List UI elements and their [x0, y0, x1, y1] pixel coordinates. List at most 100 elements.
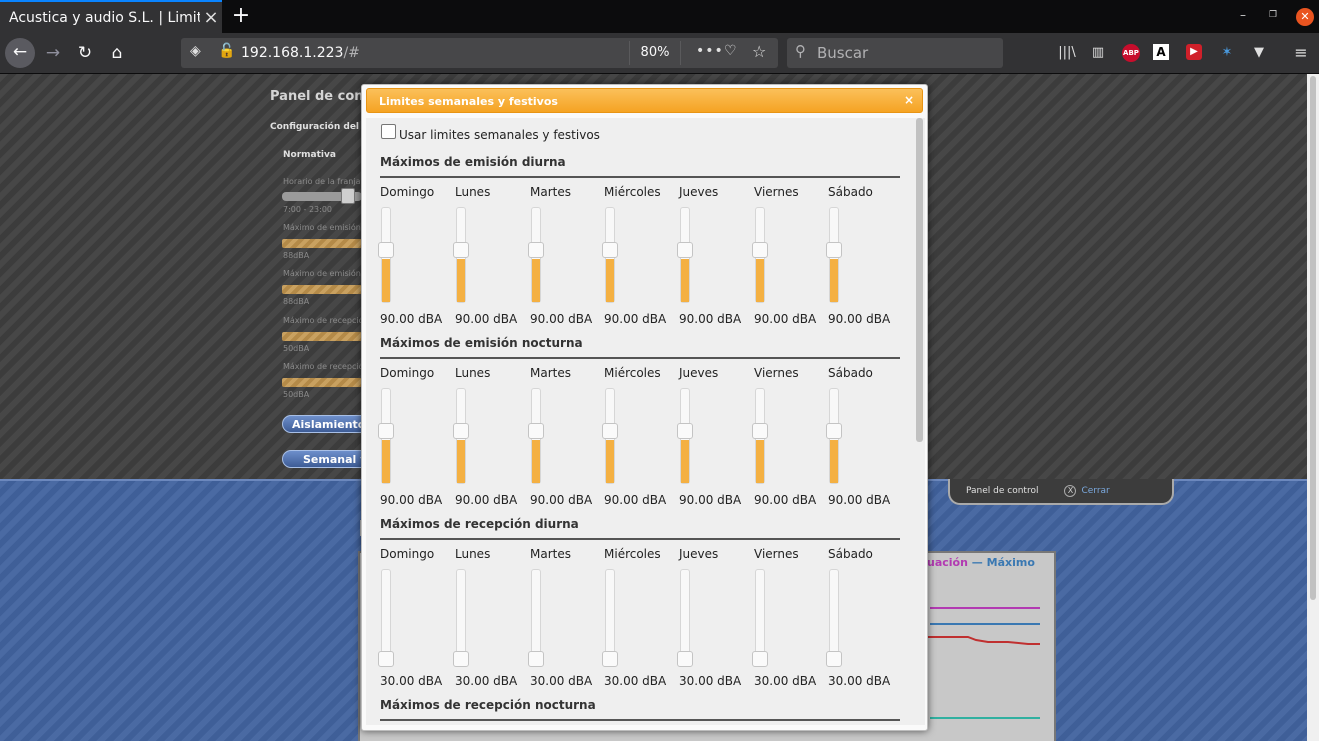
semanal-button[interactable]: Semanal y	[282, 450, 372, 468]
vertical-slider-track[interactable]	[378, 569, 394, 667]
slider-fill	[457, 259, 465, 302]
page-scrollbar[interactable]	[1307, 74, 1319, 741]
extension-blue-icon[interactable]: ✶	[1217, 44, 1237, 62]
slider-handle[interactable]	[528, 651, 544, 667]
slider-handle[interactable]	[826, 651, 842, 667]
bg-row-bar[interactable]	[282, 378, 362, 387]
vertical-slider-track[interactable]	[453, 569, 469, 667]
vertical-slider-track[interactable]	[677, 388, 693, 484]
browser-tab[interactable]: Acustica y audio S.L. | Limita ×	[0, 0, 222, 33]
vertical-slider-track[interactable]	[528, 207, 544, 303]
page-scrollbar-thumb[interactable]	[1310, 76, 1316, 600]
menu-icon[interactable]: ≡	[1291, 44, 1311, 62]
vertical-slider-track[interactable]	[528, 388, 544, 484]
vertical-slider-track[interactable]	[528, 569, 544, 667]
minimize-icon[interactable]: –	[1240, 8, 1246, 22]
day-slider-group: Sábado 30.00 dBA	[826, 547, 898, 688]
slider-handle[interactable]	[677, 651, 693, 667]
slider-handle[interactable]	[378, 423, 394, 439]
extension-red-icon[interactable]: ▶	[1186, 44, 1202, 60]
vertical-slider-track[interactable]	[752, 207, 768, 303]
slider-handle[interactable]	[826, 242, 842, 258]
weekly-limits-checkbox-label[interactable]: Usar limites semanales y festivos	[399, 128, 600, 142]
bg-row-bar[interactable]	[282, 239, 362, 248]
vertical-slider-track[interactable]	[453, 388, 469, 484]
close-circle-icon[interactable]: X	[1064, 485, 1077, 497]
vertical-slider-track[interactable]	[826, 207, 842, 303]
vertical-slider-track[interactable]	[677, 569, 693, 667]
vertical-slider-track[interactable]	[752, 569, 768, 667]
reload-icon[interactable]: ↻	[71, 39, 99, 67]
url-bar[interactable]: ◈ 🔓 192.168.1.223/# 80% ••• ♡ ☆	[181, 38, 778, 68]
vertical-slider-track[interactable]	[752, 388, 768, 484]
new-tab-icon[interactable]: +	[229, 4, 253, 28]
horario-slider-handle[interactable]	[341, 188, 355, 204]
normativa-label: Normativa	[283, 150, 336, 160]
slider-handle[interactable]	[378, 242, 394, 258]
extension-a-icon[interactable]: A	[1153, 44, 1169, 60]
vertical-slider-track[interactable]	[453, 207, 469, 303]
aislamiento-button[interactable]: Aislamiento	[282, 415, 372, 433]
search-icon: ⚲	[795, 42, 806, 60]
slider-handle[interactable]	[826, 423, 842, 439]
day-slider-group: Miércoles 90.00 dBA	[602, 185, 674, 326]
chart-line-purple	[930, 607, 1040, 609]
dialog-scrollbar[interactable]	[914, 118, 925, 725]
page-actions-icon[interactable]: •••	[696, 43, 724, 59]
slider-handle[interactable]	[752, 651, 768, 667]
slider-handle[interactable]	[677, 423, 693, 439]
panel-control-tab[interactable]: Panel de control X Cerrar	[948, 479, 1174, 505]
vertical-slider-track[interactable]	[826, 388, 842, 484]
slider-handle[interactable]	[453, 651, 469, 667]
vertical-slider-track[interactable]	[602, 207, 618, 303]
slider-value: 90.00 dBA	[380, 493, 443, 507]
sidebar-icon[interactable]: ▥	[1088, 44, 1108, 62]
shield-icon[interactable]: ◈	[190, 43, 201, 59]
home-icon[interactable]: ⌂	[103, 39, 131, 67]
vertical-slider-track[interactable]	[378, 207, 394, 303]
slider-handle[interactable]	[453, 423, 469, 439]
window-close-icon[interactable]: ✕	[1296, 8, 1314, 26]
dialog-scrollbar-thumb[interactable]	[916, 118, 923, 442]
slider-handle[interactable]	[378, 651, 394, 667]
pocket-icon[interactable]: ♡	[724, 43, 737, 59]
slider-handle[interactable]	[528, 242, 544, 258]
adblock-icon[interactable]: ABP	[1122, 44, 1140, 62]
weekly-limits-checkbox[interactable]	[381, 124, 396, 139]
slider-handle[interactable]	[528, 423, 544, 439]
slider-value: 30.00 dBA	[530, 674, 593, 688]
vertical-slider-track[interactable]	[602, 569, 618, 667]
slider-handle[interactable]	[677, 242, 693, 258]
vertical-slider-track[interactable]	[378, 388, 394, 484]
vertical-slider-track[interactable]	[602, 388, 618, 484]
bg-row-bar[interactable]	[282, 285, 362, 294]
forward-icon[interactable]: →	[39, 39, 67, 67]
slider-fill	[756, 259, 764, 302]
vertical-slider-track[interactable]	[677, 207, 693, 303]
slider-handle[interactable]	[602, 423, 618, 439]
bookmark-star-icon[interactable]: ☆	[752, 42, 766, 61]
search-input[interactable]: ⚲ Buscar	[787, 38, 1003, 68]
insecure-lock-icon[interactable]: 🔓	[218, 43, 235, 59]
cerrar-link[interactable]: Cerrar	[1081, 486, 1109, 496]
slider-handle[interactable]	[453, 242, 469, 258]
slider-handle[interactable]	[752, 423, 768, 439]
zoom-level[interactable]: 80%	[629, 41, 681, 65]
slider-handle[interactable]	[602, 651, 618, 667]
day-slider-group: Miércoles 90.00 dBA	[602, 366, 674, 507]
dialog-close-icon[interactable]: ×	[904, 93, 914, 107]
day-label: Viernes	[754, 366, 799, 380]
vertical-slider-track[interactable]	[826, 569, 842, 667]
restore-icon[interactable]: ❐	[1269, 10, 1277, 20]
tab-close-icon[interactable]: ×	[200, 7, 222, 28]
day-label: Miércoles	[604, 185, 661, 199]
slider-handle[interactable]	[602, 242, 618, 258]
library-icon[interactable]: |||\	[1057, 44, 1077, 62]
slider-value: 90.00 dBA	[679, 493, 742, 507]
section-title: Máximos de recepción diurna	[380, 517, 579, 531]
slider-handle[interactable]	[752, 242, 768, 258]
extension-v-icon[interactable]: ▼	[1249, 44, 1269, 62]
back-icon[interactable]: ←	[5, 38, 35, 68]
bg-row-bar[interactable]	[282, 332, 362, 341]
limits-section: Máximos de emisión nocturna Domingo 90.00 …	[378, 336, 900, 507]
